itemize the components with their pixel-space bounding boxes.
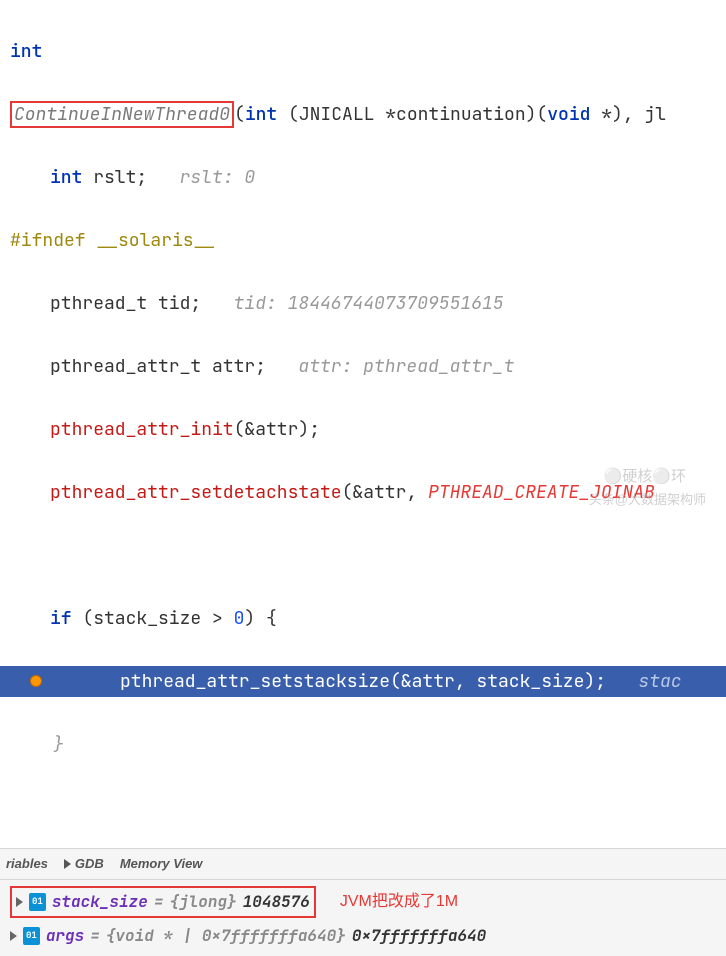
code-text: rslt; (82, 166, 147, 189)
watermark-text: ⚪硬核⚪环 (604, 464, 686, 490)
variable-row[interactable]: 01 args = {void * | 0x7fffffffa640} 0x7f… (6, 920, 720, 952)
inline-hint: stac (606, 670, 682, 693)
number-literal: 0 (234, 607, 245, 630)
variables-list: 01 stack_size = {jlong} 1048576 JVM把改成了1… (0, 880, 726, 956)
function-call: pthread_attr_setstacksize(&attr, stack_s… (120, 670, 606, 693)
type-badge: 01 (23, 927, 40, 945)
keyword-int: int (10, 40, 42, 63)
sig-text: *), jl (590, 103, 666, 126)
function-call: pthread_attr_init (50, 418, 234, 441)
variable-type: {jlong} (169, 888, 236, 916)
variable-type: {void * | 0x7fffffffa640} (106, 922, 346, 950)
variable-name: args (46, 922, 84, 950)
function-call: pthread_attr_setdetachstate (50, 481, 342, 504)
preprocessor-ifndef: #ifndef (10, 229, 86, 252)
variable-value: 1048576 (243, 888, 310, 916)
function-name-highlighted: ContinueInNewThread0 (10, 101, 234, 128)
keyword-if: if (50, 607, 72, 630)
keyword-int: int (50, 166, 82, 189)
keyword-int: int (245, 103, 277, 126)
debugger-panel: riables GDB Memory View 01 stack_size = … (0, 848, 726, 956)
watermark-text: 头条@大数据架构师 (589, 489, 706, 512)
tab-gdb[interactable]: GDB (64, 853, 104, 876)
preprocessor-macro: __solaris__ (86, 229, 216, 252)
equals-sign: = (90, 922, 100, 950)
current-execution-line[interactable]: pthread_attr_setstacksize(&attr, stack_s… (0, 666, 726, 698)
inline-hint: tid: 18446744073709551615 (201, 292, 503, 315)
play-icon (64, 859, 71, 869)
expand-icon[interactable] (16, 897, 23, 907)
code-text: (&attr); (234, 418, 320, 441)
keyword-void: void (547, 103, 590, 126)
expand-icon[interactable] (10, 931, 17, 941)
code-text: (stack_size > (72, 607, 234, 630)
sig-text: (JNICALL *continuation)( (277, 103, 547, 126)
inline-hint: attr: pthread_attr_t (266, 355, 514, 378)
tab-variables[interactable]: riables (6, 853, 48, 876)
inline-hint: rslt: 0 (147, 166, 255, 189)
user-annotation: JVM把改成了1M (340, 888, 458, 916)
breakpoint-icon[interactable] (30, 675, 42, 687)
code-editor[interactable]: int ContinueInNewThread0(int (JNICALL *c… (0, 0, 726, 792)
code-text: (&attr, (342, 481, 428, 504)
code-text: pthread_t tid; (50, 292, 201, 315)
code-text: pthread_attr_t attr; (50, 355, 266, 378)
variable-value: 0x7fffffffa640 (352, 922, 486, 950)
sig-paren: ( (234, 103, 245, 126)
code-text: ) { (244, 607, 276, 630)
variable-row[interactable]: 01 stack_size = {jlong} 1048576 JVM把改成了1… (6, 884, 720, 920)
type-badge: 01 (29, 893, 46, 911)
tab-memory-view[interactable]: Memory View (120, 853, 203, 876)
debugger-tabs: riables GDB Memory View (0, 849, 726, 881)
variable-name: stack_size (52, 888, 148, 916)
code-text: } (10, 729, 716, 761)
equals-sign: = (154, 888, 164, 916)
